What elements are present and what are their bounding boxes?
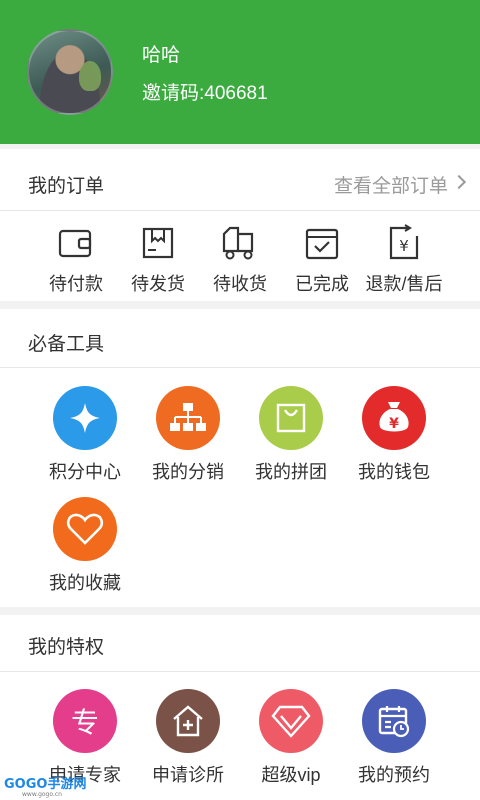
watermark-url: www.gogo.cn: [22, 791, 62, 798]
tools-title: 必备工具: [28, 334, 105, 355]
order-pending-payment[interactable]: 待付款: [35, 224, 117, 296]
watermark: GOGO手游网 www.gogo.cn: [0, 774, 110, 800]
privileges-title: 我的特权: [28, 637, 105, 658]
svg-text:¥: ¥: [389, 416, 399, 432]
tool-distribution[interactable]: 我的分销: [138, 386, 238, 484]
divider: [0, 210, 480, 211]
privilege-apply-clinic[interactable]: 申请诊所: [138, 689, 238, 787]
chevron-right-icon[interactable]: [451, 174, 467, 190]
order-pending-receipt[interactable]: 待收货: [199, 224, 281, 296]
tool-favorites-label: 我的收藏: [49, 573, 121, 593]
network-icon: [156, 386, 220, 450]
shopping-bag-icon: [259, 386, 323, 450]
star-diamond-icon: [53, 386, 117, 450]
order-pending-shipment-label: 待发货: [131, 274, 185, 294]
tool-favorites[interactable]: 我的收藏: [35, 497, 135, 595]
orders-section: 我的订单 查看全部订单 待付款 待发货 待收货 已完成 ¥ 退款/售后: [0, 149, 480, 301]
tool-wallet-label: 我的钱包: [358, 462, 430, 482]
order-refund[interactable]: ¥ 退款/售后: [363, 224, 445, 296]
orders-title: 我的订单: [28, 176, 105, 197]
avatar[interactable]: [27, 29, 113, 115]
divider: [0, 671, 480, 672]
privilege-super-vip-label: 超级vip: [261, 765, 321, 785]
tool-distribution-label: 我的分销: [152, 462, 224, 482]
money-bag-icon: ¥: [362, 386, 426, 450]
tools-section: 必备工具 积分中心 我的分销 我的拼团 ¥ 我的钱包 我的收藏: [0, 309, 480, 607]
wallet-icon: [58, 229, 92, 258]
order-pending-shipment[interactable]: 待发货: [117, 224, 199, 296]
privilege-my-appointments-label: 我的预约: [358, 765, 430, 785]
view-all-orders-link[interactable]: 查看全部订单: [334, 171, 448, 198]
checked-box-icon: [305, 228, 339, 260]
tool-wallet[interactable]: ¥ 我的钱包: [344, 386, 444, 484]
tool-group-buy[interactable]: 我的拼团: [241, 386, 341, 484]
order-completed-label: 已完成: [295, 274, 349, 294]
order-completed[interactable]: 已完成: [281, 224, 363, 296]
expert-glyph: 专: [70, 706, 99, 739]
clinic-icon: [156, 689, 220, 753]
profile-header: 哈哈 邀请码:406681: [0, 0, 480, 144]
tool-points-center[interactable]: 积分中心: [35, 386, 135, 484]
order-pending-payment-label: 待付款: [49, 274, 103, 294]
order-refund-label: 退款/售后: [365, 274, 443, 294]
svg-text:¥: ¥: [399, 237, 409, 255]
tool-group-buy-label: 我的拼团: [255, 462, 327, 482]
calendar-icon: [362, 689, 426, 753]
package-icon: [142, 227, 174, 259]
watermark-brand: GOGO手游网: [4, 777, 87, 792]
privilege-my-appointments[interactable]: 我的预约: [344, 689, 444, 787]
tool-points-center-label: 积分中心: [49, 462, 121, 482]
order-pending-receipt-label: 待收货: [213, 274, 267, 294]
privilege-apply-clinic-label: 申请诊所: [152, 765, 224, 785]
heart-icon: [53, 497, 117, 561]
truck-icon: [222, 226, 254, 260]
privilege-super-vip[interactable]: 超级vip: [241, 689, 341, 787]
divider: [0, 367, 480, 368]
diamond-icon: [259, 689, 323, 753]
expert-icon: 专: [53, 689, 117, 753]
invite-code: 邀请码:406681: [142, 83, 268, 104]
username: 哈哈: [142, 45, 181, 66]
refund-icon: ¥: [389, 224, 419, 260]
avatar-plant: [79, 61, 101, 91]
